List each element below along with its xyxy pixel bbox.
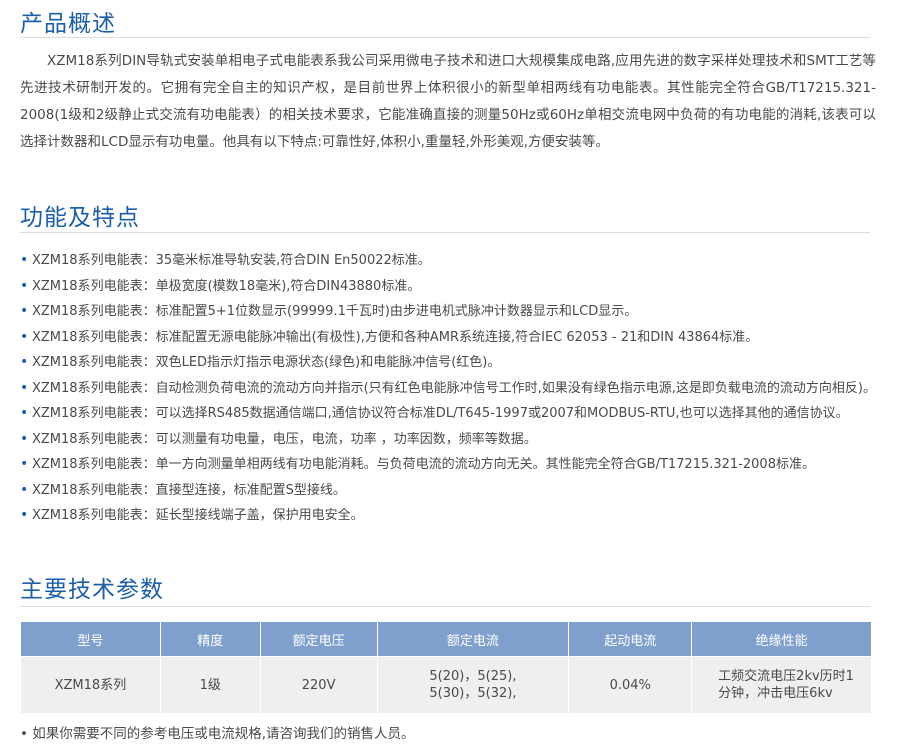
list-item: • XZM18系列电能表： 标准配置5+1位数显示(99999.1千瓦时)由步进电机… [20,299,885,325]
list-item: • XZM18系列电能表： 可以测量有功电量，电压，电流，功率 ，功率因数，频率等数… [20,427,885,453]
bullet-icon: • [20,405,29,421]
feature-label: XZM18系列电能表： [32,431,156,447]
bullet-icon: • [20,328,29,345]
bullet-icon: • [20,481,29,498]
header-accuracy: 精度 [159,621,261,657]
feature-label: XZM18系列电能表： [32,278,156,294]
cell-insulation: 工频交流电压2kv历时1分钟，冲击电压6kv [691,656,872,714]
feature-desc: 延长型接线端子盖，保护用电安全。 [155,508,364,523]
bullet-icon: • [20,507,29,523]
list-item: • XZM18系列电能表： 延长型接线端子盖，保护用电安全。 [20,503,885,529]
header-rated-current: 额定电流 [376,621,570,657]
overview-divider [20,37,870,38]
specs-divider [20,606,870,607]
header-starting-current: 起动电流 [568,621,693,657]
list-item: • XZM18系列电能表： 标准配置无源电能脉冲输出(有极性),方便和各种AMR系统… [20,325,885,351]
feature-desc: 自动检测负荷电流的流动方向并指示(只有红色电能脉冲信号工作时,如果没有绿色指示电… [155,380,876,396]
overview-title: 产品概述 [20,11,116,37]
feature-label: XZM18系列电能表： [32,355,156,370]
feature-desc: 单极宽度(模数18毫米),符合DIN43880标准。 [155,278,421,294]
list-item: • XZM18系列电能表： 35毫米标准导轨安装,符合DIN En50022标准。 [20,248,885,274]
specs-title: 主要技术参数 [20,577,164,603]
header-rated-voltage: 额定电压 [259,621,378,657]
feature-label: XZM18系列电能表： [32,482,156,498]
list-item: • XZM18系列电能表： 双色LED指示灯指示电源状态(绿色)和电能脉冲信号(红色… [20,350,885,376]
features-title: 功能及特点 [20,205,140,231]
table-row: XZM18系列 1级 220V 5(20)，5(25), 5(30)，5(32)… [20,656,872,714]
feature-label: XZM18系列电能表： [32,329,156,345]
feature-label: XZM18系列电能表： [32,304,156,319]
cell-rated-current: 5(20)，5(25), 5(30)，5(32), [376,656,570,714]
feature-desc: 标准配置无源电能脉冲输出(有极性),方便和各种AMR系统连接,符合IEC 620… [155,329,759,345]
cell-rated-voltage: 220V [259,656,378,714]
bullet-icon: • [20,379,29,396]
list-item: • XZM18系列电能表： 可以选择RS485数据通信端口,通信协议符合标准DL/T… [20,401,885,427]
bullet-icon: • [20,277,29,294]
feature-desc: 可以选择RS485数据通信端口,通信协议符合标准DL/T645-1997或200… [155,406,849,421]
feature-desc: 可以测量有功电量，电压，电流，功率 ，功率因数，频率等数据。 [155,431,537,447]
feature-label: XZM18系列电能表： [32,457,156,472]
list-item: • XZM18系列电能表： 直接型连接，标准配置S型接线。 [20,478,885,504]
header-insulation: 绝缘性能 [691,621,872,657]
header-model: 型号 [20,621,161,657]
list-item: • XZM18系列电能表： 自动检测负荷电流的流动方向并指示(只有红色电能脉冲信号工… [20,376,885,402]
cell-starting-current: 0.04% [568,656,693,714]
bullet-icon: • [20,303,29,319]
cell-accuracy: 1级 [159,656,261,714]
bullet-icon: • [20,456,29,472]
feature-desc: 单一方向测量单相两线有功电能消耗。与负荷电流的流动方向无关。其性能完全符合GB/… [155,457,815,472]
feature-desc: 直接型连接，标准配置S型接线。 [155,482,346,498]
feature-label: XZM18系列电能表： [32,253,156,268]
feature-desc: 标准配置5+1位数显示(99999.1千瓦时)由步进电机式脉冲计数器显示和LCD… [155,304,638,319]
features-divider [20,232,870,233]
feature-desc: 双色LED指示灯指示电源状态(绿色)和电能脉冲信号(红色)。 [155,355,501,370]
cell-model: XZM18系列 [20,656,161,714]
specs-table: 型号 精度 额定电压 额定电流 起动电流 绝缘性能 XZM18系列 1级 220… [20,621,872,714]
specs-note: • 如果你需要不同的参考电压或电流规格,请咨询我们的销售人员。 [20,726,415,742]
feature-label: XZM18系列电能表： [32,406,156,421]
feature-label: XZM18系列电能表： [32,380,156,396]
overview-text: XZM18系列DIN导轨式安装单相电子式电能表系我公司采用微电子技术和进口大规模… [20,53,876,150]
table-header-row: 型号 精度 额定电压 额定电流 起动电流 绝缘性能 [20,621,872,657]
features-list: • XZM18系列电能表： 35毫米标准导轨安装,符合DIN En50022标准。 … [20,248,885,529]
list-item: • XZM18系列电能表： 单一方向测量单相两线有功电能消耗。与负荷电流的流动方向无… [20,452,885,478]
feature-label: XZM18系列电能表： [32,508,156,523]
list-item: • XZM18系列电能表： 单极宽度(模数18毫米),符合DIN43880标准。 [20,274,885,300]
bullet-icon: • [20,430,29,447]
feature-desc: 35毫米标准导轨安装,符合DIN En50022标准。 [155,253,431,268]
bullet-icon: • [20,252,29,268]
bullet-icon: • [20,354,29,370]
